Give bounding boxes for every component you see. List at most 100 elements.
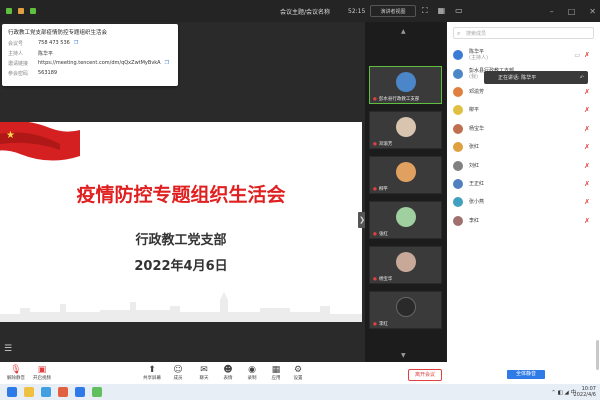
host-name: 陈华平 [38, 51, 54, 57]
list-item[interactable]: 李红 ✗ [447, 212, 600, 230]
mic-off-icon[interactable]: ✗ [584, 180, 590, 188]
minimize-icon[interactable]: – [550, 7, 554, 16]
avatar [453, 160, 463, 171]
grid-view-icon[interactable]: ▦ [438, 6, 446, 16]
taskbar-clock[interactable]: 10:07 2022/4/6 [574, 386, 596, 398]
browser-icon[interactable] [41, 387, 51, 397]
app-icon[interactable] [58, 387, 68, 397]
svg-text:★: ★ [6, 130, 15, 141]
encryption-icon[interactable] [6, 8, 12, 14]
gallery-down-icon[interactable]: ▼ [401, 352, 406, 359]
avatar [453, 215, 463, 226]
mic-off-icon: ● [373, 97, 377, 102]
file-explorer-icon[interactable] [24, 387, 34, 397]
tencent-meeting-icon[interactable] [75, 387, 85, 397]
list-item[interactable]: 刘红 ✗ [447, 156, 600, 174]
avatar [453, 50, 463, 61]
os-taskbar: ⌃ ◧ ◢ 中 10:07 2022/4/6 [0, 384, 600, 400]
meeting-info-title: 行政教工党支部疫情防控专题组织生活会 [8, 30, 108, 36]
system-tray-icon[interactable]: ⌃ ◧ ◢ 中 [551, 388, 576, 396]
button-label: 解除静音 [7, 376, 25, 381]
mic-icon: 🎙 [10, 365, 22, 375]
list-item[interactable]: 邓渝芳 ✗ [447, 83, 600, 101]
unmute-button[interactable]: 🎙 解除静音 [2, 365, 30, 381]
button-label: 成员 [173, 376, 183, 381]
video-tile[interactable]: ● 柳平 [369, 156, 442, 194]
video-tile[interactable]: ● 邓渝芳 [369, 111, 442, 149]
participants-button[interactable]: ☺ 成员 [164, 365, 192, 381]
video-tile[interactable]: ● 李红 [369, 291, 442, 329]
party-flag-image: ★ [0, 122, 80, 161]
list-item[interactable]: 张红 ✗ [447, 138, 600, 156]
mic-off-icon: ● [373, 232, 377, 237]
mic-off-icon[interactable]: ✗ [584, 51, 590, 59]
start-icon[interactable] [7, 387, 17, 397]
start-video-button[interactable]: ▣ 开启视频 [28, 365, 56, 381]
mic-off-icon[interactable]: ✗ [584, 143, 590, 151]
avatar [396, 207, 416, 227]
speaking-text: 正在讲话: 陈华平 [498, 75, 537, 81]
status-indicators [6, 8, 36, 14]
participant-name: 刘红 [469, 162, 480, 169]
avatar [453, 178, 463, 189]
invite-link[interactable]: https://meeting.tencent.com/dm/qQxZwtMyB… [38, 60, 161, 67]
tile-name: 杨宝华 [378, 277, 393, 282]
mic-off-icon[interactable]: ✗ [584, 88, 590, 96]
search-input[interactable]: ⌕ 搜索成员 [453, 27, 594, 39]
video-tile[interactable]: ● 张红 [369, 201, 442, 239]
participant-name: 柳平 [469, 107, 480, 114]
share-screen-button[interactable]: ⬆ 共享屏幕 [138, 365, 166, 381]
info-key: 会议号 [8, 41, 24, 47]
mic-off-icon: ● [373, 142, 377, 147]
copy-icon[interactable]: ❐ [74, 40, 78, 47]
meeting-duration: 52:15 [348, 7, 366, 15]
mic-off-icon[interactable]: ✗ [584, 106, 590, 114]
window-icon[interactable]: ▭ [455, 6, 463, 16]
avatar [396, 117, 416, 137]
button-label: 录制 [247, 376, 257, 381]
video-off-icon: ▭ [574, 51, 580, 59]
video-tile[interactable]: ● 彭水县行政教工支部 [369, 66, 442, 104]
fullscreen-icon[interactable]: ⛶ [422, 6, 428, 16]
video-tile[interactable]: ● 杨宝华 [369, 246, 442, 284]
gallery-up-icon[interactable]: ▲ [401, 28, 406, 35]
close-icon[interactable]: ✕ [589, 7, 596, 16]
meeting-toolbar: 🎙 解除静音 ▣ 开启视频 ⬆ 共享屏幕 ☺ 成员 ✉ 聊天 ☻ 表情 ◉ 录制 ▦ 应用 ⚙ 设… [0, 362, 447, 384]
settings-button[interactable]: ⚙ 设置 [284, 365, 312, 381]
list-item[interactable]: 王正红 ✗ [447, 175, 600, 193]
slide-date: 2022年4月6日 [134, 259, 228, 274]
leave-meeting-button[interactable]: 离开会议 [408, 369, 442, 381]
mic-off-icon[interactable]: ✗ [584, 217, 590, 225]
signal-icon[interactable] [30, 8, 36, 14]
avatar [453, 86, 463, 97]
search-icon: ⌕ [457, 30, 461, 37]
avatar [453, 197, 463, 208]
mic-off-icon: ● [373, 187, 377, 192]
maximize-icon[interactable]: □ [568, 7, 576, 16]
mute-all-button[interactable]: 全体静音 [507, 370, 545, 379]
tile-name: 张红 [378, 232, 388, 237]
avatar [396, 162, 416, 182]
wechat-icon[interactable] [92, 387, 102, 397]
clock-date: 2022/4/6 [573, 392, 596, 398]
list-item[interactable]: 杨宝华 ✗ [447, 120, 600, 138]
mic-off-icon[interactable]: ✗ [584, 125, 590, 133]
menu-icon[interactable]: ☰ [4, 344, 12, 354]
meeting-password: 563189 [38, 70, 58, 76]
scrollbar[interactable] [596, 340, 599, 370]
close-icon[interactable]: ↶ [580, 75, 584, 81]
layout-switch-button[interactable]: 演讲者视图 [370, 5, 416, 17]
avatar [453, 123, 463, 134]
tile-name: 邓渝芳 [378, 142, 393, 147]
participants-icon: ☺ [173, 365, 183, 375]
info-key: 邀请链接 [8, 61, 29, 67]
tile-name: 李红 [378, 322, 388, 327]
info-icon[interactable] [18, 8, 24, 14]
meeting-topbar: 会议主题/会议名称 52:15 演讲者视图 ⛶ ▦ ▭ – □ ✕ [0, 0, 600, 22]
copy-icon[interactable]: ❐ [165, 60, 169, 67]
list-item[interactable]: 张小燕 ✗ [447, 193, 600, 211]
list-item[interactable]: 陈华平 (主持人) ▭ ✗ [447, 46, 600, 64]
mic-off-icon[interactable]: ✗ [584, 198, 590, 206]
mic-off-icon[interactable]: ✗ [584, 162, 590, 170]
list-item[interactable]: 柳平 ✗ [447, 101, 600, 119]
